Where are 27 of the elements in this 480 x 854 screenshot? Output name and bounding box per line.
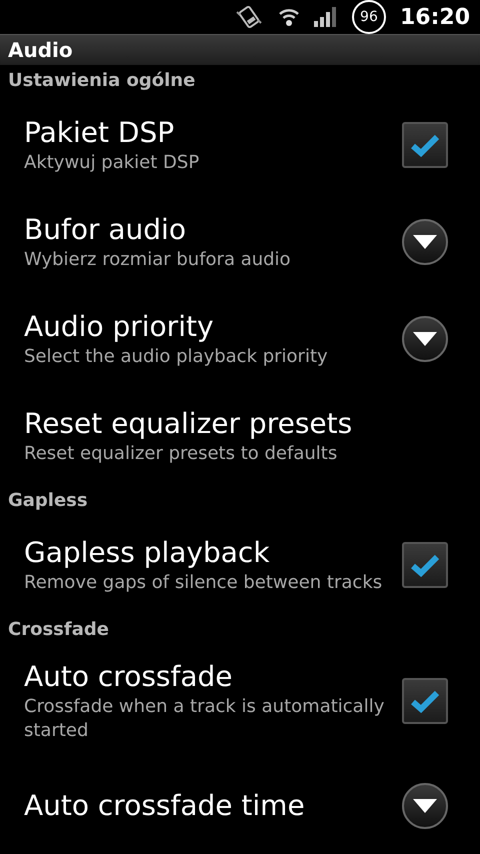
checkmark-icon [410,689,440,714]
checkbox[interactable] [402,678,448,724]
wifi-icon [278,6,300,28]
section-header: Ustawienia ogólne [8,69,196,94]
checkbox[interactable] [402,542,448,588]
preference-title[interactable]: Gapless playback [24,534,394,571]
preference-summary: Wybierz rozmiar bufora audio [24,248,292,272]
checkbox[interactable] [402,122,448,168]
preference-summary: Reset equalizer presets to defaults [24,442,338,466]
preference-summary: Aktywuj pakiet DSP [24,151,200,176]
preference-summary: Crossfade when a track is automatically started [24,695,386,744]
checkmark-icon [410,552,440,577]
preference-summary: Select the audio playback priority [24,345,329,370]
clock: 16:20 [400,4,470,32]
preference-title[interactable]: Audio priority [24,309,394,346]
preference-title[interactable]: Pakiet DSP [24,115,394,152]
signal-icon [314,7,338,27]
preference-summary: Remove gaps of silence between tracks [24,570,384,595]
vibrate-icon [234,4,264,30]
preference-title[interactable]: Auto crossfade time [24,788,394,824]
section-header: Gapless [8,489,88,513]
preference-title[interactable]: Reset equalizer presets [24,406,394,442]
screen-title: Audio [8,37,73,64]
preference-title[interactable]: Bufor audio [24,212,394,248]
checkmark-icon [410,133,440,158]
section-header: Crossfade [8,618,109,642]
preference-title[interactable]: Auto crossfade [24,659,394,696]
